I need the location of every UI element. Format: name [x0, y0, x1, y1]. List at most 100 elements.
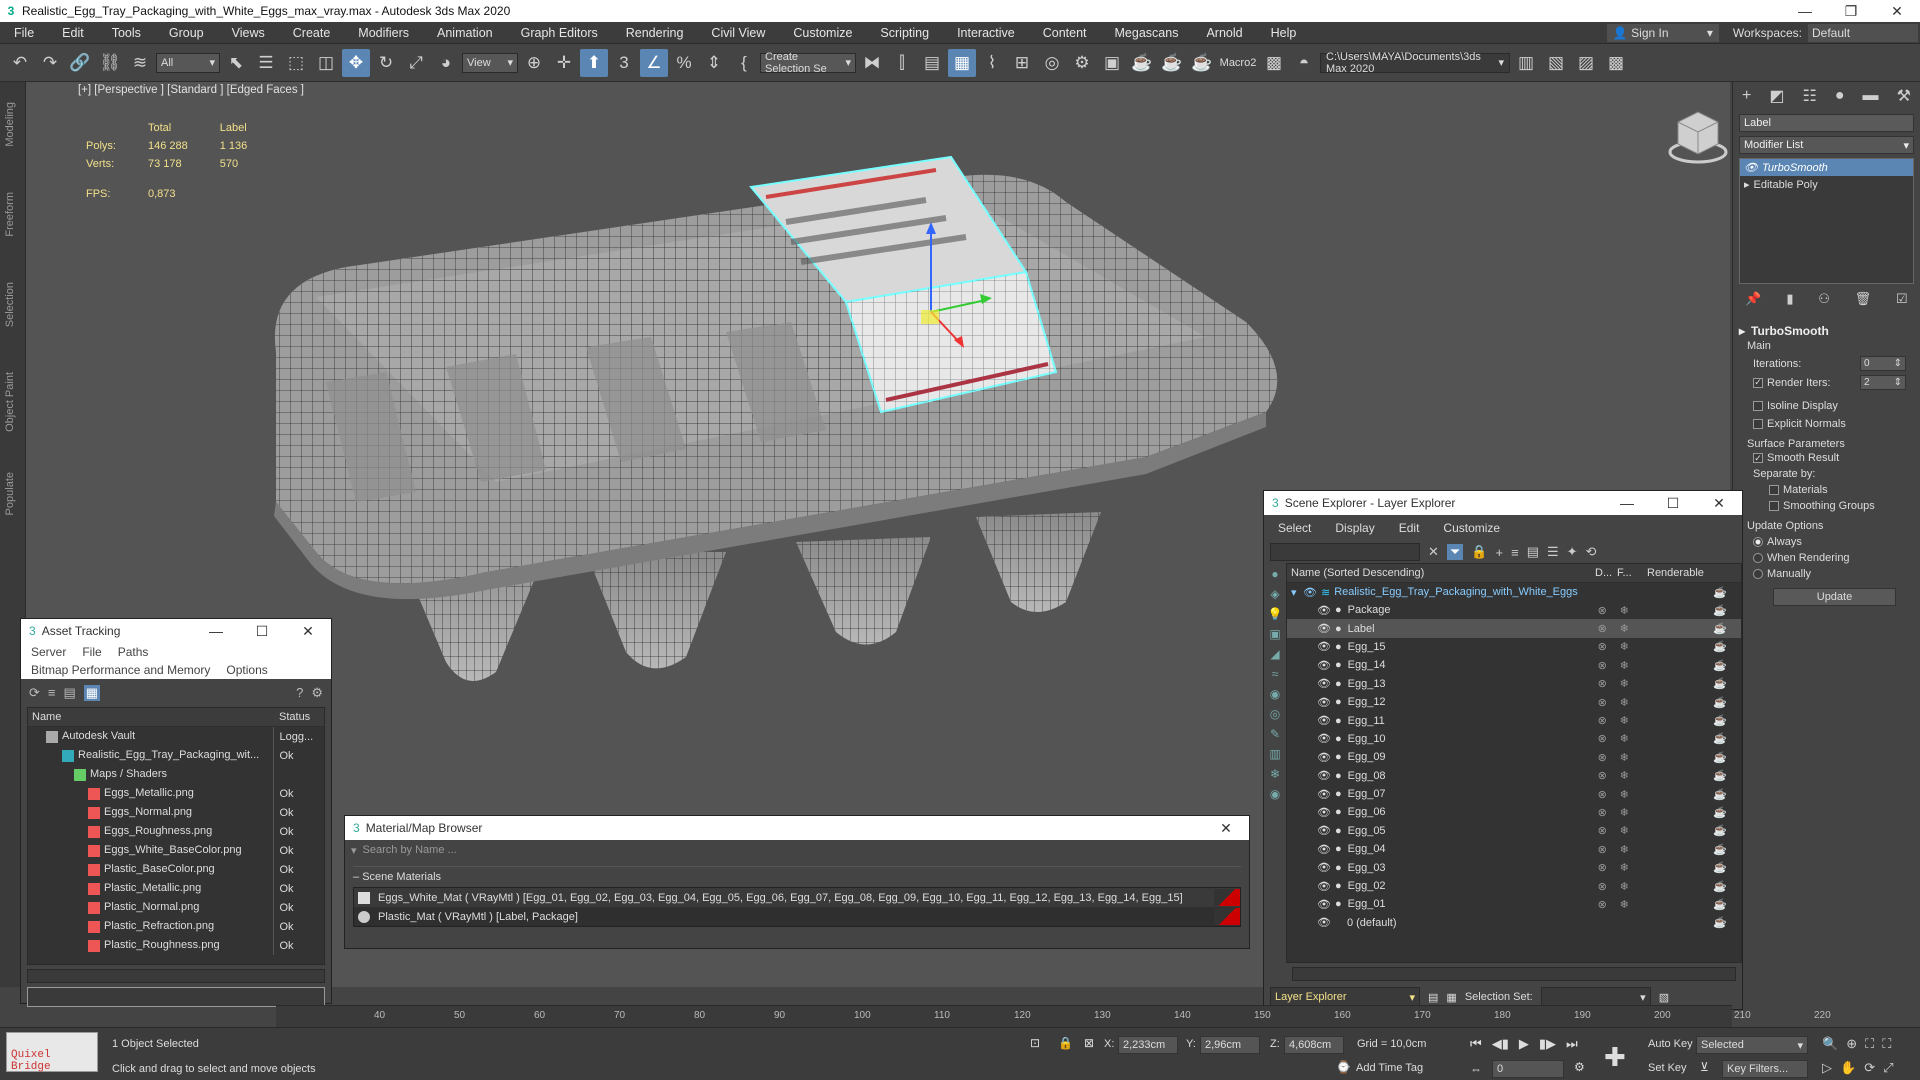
- eye-icon[interactable]: 👁: [1744, 161, 1758, 174]
- layer-tool-icon[interactable]: ▦: [1446, 991, 1456, 1004]
- filter-bones-icon[interactable]: ✎: [1270, 727, 1280, 741]
- asset-row[interactable]: Realistic_Egg_Tray_Packaging_wit... Ok: [28, 746, 324, 765]
- curve-editor-icon[interactable]: ⌇: [978, 49, 1006, 77]
- motion-tab-icon[interactable]: ●: [1835, 87, 1845, 105]
- ribbon-tab-freeform[interactable]: Freeform: [4, 192, 16, 237]
- display-state-icon[interactable]: ⊗: [1598, 659, 1620, 672]
- display-state-icon[interactable]: ⊗: [1598, 788, 1620, 801]
- display-state-icon[interactable]: ⊗: [1598, 880, 1620, 893]
- zoom-extents-icon[interactable]: ⛶: [1865, 1036, 1874, 1052]
- find-field[interactable]: [1270, 543, 1420, 561]
- zoom-extents-all-icon[interactable]: ⛶: [1882, 1036, 1891, 1052]
- render-production-icon[interactable]: ☕: [1128, 49, 1156, 77]
- render-setup-icon[interactable]: ⚙: [1068, 49, 1096, 77]
- material-item-plastic[interactable]: Plastic_Mat ( VRayMtl ) [Label, Package]: [354, 907, 1240, 926]
- stack-item-turbosmooth[interactable]: 👁 TurboSmooth: [1740, 159, 1913, 176]
- eye-icon[interactable]: 👁: [1317, 604, 1331, 617]
- project-icon-3[interactable]: ▨: [1572, 49, 1600, 77]
- current-frame-field[interactable]: 0: [1492, 1060, 1564, 1078]
- renderable-teapot-icon[interactable]: ☕: [1713, 677, 1727, 690]
- freeze-icon[interactable]: ❄: [1620, 622, 1650, 635]
- display-state-icon[interactable]: ⊗: [1598, 677, 1620, 690]
- sync-icon[interactable]: ⟲: [1586, 544, 1597, 560]
- macro-grid-icon[interactable]: ▩: [1260, 49, 1288, 77]
- renderable-teapot-icon[interactable]: ☕: [1713, 751, 1727, 764]
- viewcube-icon[interactable]: [1668, 111, 1728, 164]
- col-freeze[interactable]: F...: [1617, 567, 1647, 579]
- display-state-icon[interactable]: ⊗: [1598, 751, 1620, 764]
- pivot-center-icon[interactable]: ⊕: [520, 49, 548, 77]
- menu-paths[interactable]: Paths: [118, 645, 149, 659]
- material-browser-titlebar[interactable]: 3 Material/Map Browser ✕: [345, 816, 1249, 840]
- eye-icon[interactable]: 👁: [1317, 714, 1331, 727]
- scene-item-egg_08[interactable]: 👁 ● Egg_08 ⊗ ❄ ☕: [1287, 767, 1741, 785]
- selection-set-select[interactable]: ▾: [1540, 987, 1651, 1007]
- display-state-icon[interactable]: ⊗: [1598, 898, 1620, 911]
- go-to-end-icon[interactable]: ⏭: [1566, 1036, 1578, 1052]
- eye-icon[interactable]: 👁: [1303, 586, 1317, 599]
- reference-coord-select[interactable]: View ▾: [462, 52, 518, 73]
- asset-path-field[interactable]: [27, 987, 325, 1007]
- redo-icon[interactable]: ↷: [36, 49, 64, 77]
- close-icon[interactable]: ✕: [1696, 495, 1742, 512]
- menu-customize[interactable]: Customize: [779, 26, 866, 40]
- render-iterative-icon[interactable]: ☕: [1158, 49, 1186, 77]
- root-layer-row[interactable]: ▾ 👁 ≋ Realistic_Egg_Tray_Packaging_with_Whi…: [1287, 583, 1741, 601]
- menu-views[interactable]: Views: [218, 26, 279, 40]
- modifier-list-select[interactable]: Modifier List ▾: [1739, 136, 1914, 154]
- asset-tracking-titlebar[interactable]: 3 Asset Tracking — ☐ ✕: [21, 619, 331, 643]
- menu-megascans[interactable]: Megascans: [1101, 26, 1193, 40]
- select-by-name-icon[interactable]: ☰: [252, 49, 280, 77]
- help-icon[interactable]: ?: [296, 685, 303, 701]
- renderable-teapot-icon[interactable]: ☕: [1713, 806, 1727, 819]
- close-icon[interactable]: ✕: [285, 623, 331, 640]
- key-filters-button[interactable]: Key Filters...: [1722, 1060, 1808, 1078]
- ribbon-tab-modeling[interactable]: Modeling: [4, 102, 16, 147]
- close-icon[interactable]: ✕: [1203, 820, 1249, 837]
- render-iters-spinner[interactable]: 2 ⇕: [1860, 375, 1906, 390]
- object-name-field[interactable]: Label: [1739, 114, 1914, 132]
- named-selection-set-select[interactable]: Create Selection Se ▾: [760, 51, 856, 75]
- key-icon[interactable]: ⊻: [1700, 1060, 1709, 1074]
- filter-cameras-icon[interactable]: ▣: [1269, 627, 1280, 641]
- when-rendering-radio[interactable]: [1753, 553, 1763, 563]
- link-icon[interactable]: 🔗: [66, 49, 94, 77]
- menu-interactive[interactable]: Interactive: [943, 26, 1029, 40]
- go-to-start-icon[interactable]: ⏮: [1470, 1036, 1482, 1052]
- freeze-icon[interactable]: ❄: [1620, 640, 1650, 653]
- renderable-teapot-icon[interactable]: ☕: [1713, 586, 1727, 599]
- asset-row[interactable]: Eggs_White_BaseColor.png Ok: [28, 841, 324, 860]
- filter-frozen-icon[interactable]: ❄: [1270, 767, 1280, 781]
- freeze-icon[interactable]: ❄: [1620, 843, 1650, 856]
- rect-selection-icon[interactable]: ⬚: [282, 49, 310, 77]
- filter-lights-icon[interactable]: 💡: [1268, 607, 1283, 621]
- renderable-teapot-icon[interactable]: ☕: [1713, 824, 1727, 837]
- eye-icon[interactable]: 👁: [1317, 622, 1331, 635]
- iterations-spinner[interactable]: 0 ⇕: [1860, 356, 1906, 371]
- select-manipulate-icon[interactable]: ✛: [550, 49, 578, 77]
- eye-icon[interactable]: 👁: [1317, 769, 1331, 782]
- isoline-checkbox[interactable]: [1753, 401, 1763, 411]
- filter-geometry-icon[interactable]: ●: [1271, 567, 1278, 581]
- remove-modifier-icon[interactable]: 🗑: [1855, 291, 1872, 307]
- scale-icon[interactable]: ⤢: [402, 49, 430, 77]
- freeze-icon[interactable]: ❄: [1620, 806, 1650, 819]
- filter-helpers-icon[interactable]: ◢: [1270, 647, 1279, 661]
- turbosmooth-rollout-title[interactable]: ▸ TurboSmooth: [1739, 324, 1914, 338]
- scene-item-egg_07[interactable]: 👁 ● Egg_07 ⊗ ❄ ☕: [1287, 785, 1741, 803]
- asset-row[interactable]: Eggs_Normal.png Ok: [28, 803, 324, 822]
- fov-icon[interactable]: ▷: [1822, 1060, 1832, 1076]
- collapse-arrow-icon[interactable]: ▾: [1291, 586, 1303, 599]
- asset-row[interactable]: Eggs_Roughness.png Ok: [28, 822, 324, 841]
- make-unique-icon[interactable]: ⚇: [1818, 291, 1830, 307]
- renderable-teapot-icon[interactable]: ☕: [1713, 898, 1727, 911]
- restore-icon[interactable]: ❐: [1828, 3, 1874, 20]
- display-tab-icon[interactable]: ▬: [1863, 87, 1879, 105]
- eye-icon[interactable]: 👁: [1317, 843, 1331, 856]
- menu-file[interactable]: File: [0, 26, 48, 40]
- material-search[interactable]: ▾ Search by Name ...: [345, 840, 1249, 860]
- freeze-icon[interactable]: ❄: [1620, 788, 1650, 801]
- project-icon-1[interactable]: ▥: [1512, 49, 1540, 77]
- scene-item-egg_01[interactable]: 👁 ● Egg_01 ⊗ ❄ ☕: [1287, 895, 1741, 913]
- time-tag-icon[interactable]: ⌚: [1336, 1060, 1351, 1074]
